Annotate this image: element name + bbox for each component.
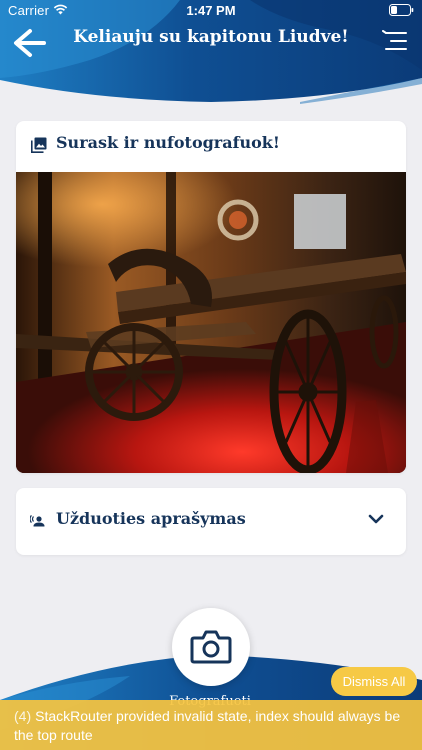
photo-card-header: Surask ir nufotografuok! <box>16 121 406 172</box>
camera-button[interactable] <box>172 608 250 686</box>
header: Carrier 1:47 PM Keliauju su kapitonu Liu… <box>0 0 422 112</box>
status-bar: Carrier 1:47 PM <box>0 0 422 22</box>
dismiss-all-button[interactable]: Dismiss All <box>331 667 417 696</box>
warning-banner[interactable]: (4) StackRouter provided invalid state, i… <box>0 700 422 750</box>
task-description-toggle[interactable]: Užduoties aprašymas <box>16 488 406 555</box>
status-time: 1:47 PM <box>186 3 236 18</box>
back-arrow-icon[interactable] <box>10 26 48 60</box>
menu-icon[interactable] <box>382 30 408 52</box>
warning-count: (4) <box>14 708 32 724</box>
page-title: Keliauju su kapitonu Liudve! <box>73 27 349 47</box>
warning-message: StackRouter provided invalid state, inde… <box>14 708 401 743</box>
camera-icon <box>190 630 232 664</box>
photo-task-card: Surask ir nufotografuok! <box>16 121 406 473</box>
task-description-title: Užduoties aprašymas <box>56 509 246 528</box>
task-photo <box>16 172 406 473</box>
battery-icon <box>389 4 414 16</box>
chevron-down-icon[interactable] <box>368 514 384 525</box>
speaker-person-icon <box>30 515 45 527</box>
photo-card-title: Surask ir nufotografuok! <box>56 133 280 152</box>
photo-library-icon <box>31 137 47 153</box>
